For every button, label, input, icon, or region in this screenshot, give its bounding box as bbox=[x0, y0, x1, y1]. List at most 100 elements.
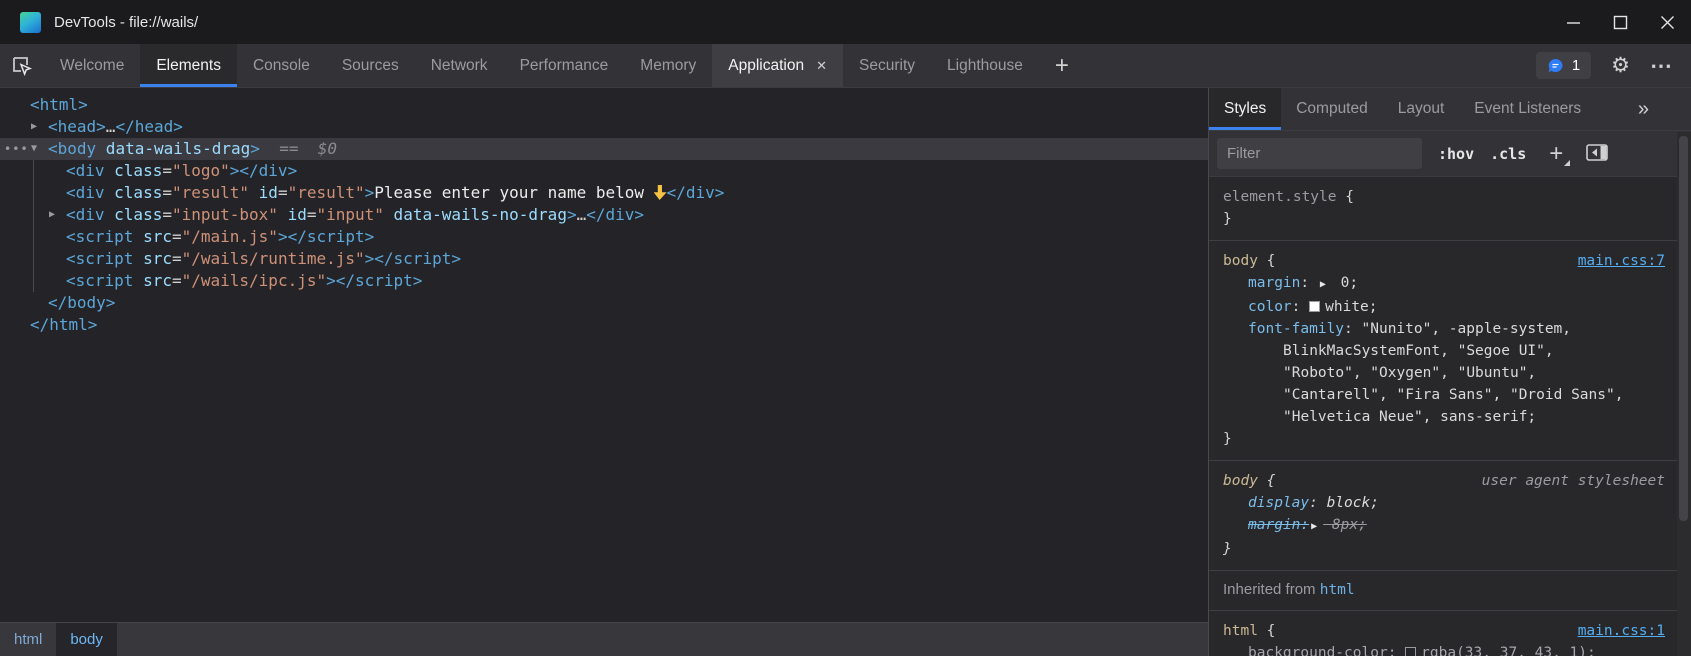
devtools-app-icon bbox=[20, 12, 41, 33]
code-line[interactable]: ▶<div class="input-box" id="input" data-… bbox=[0, 204, 1208, 226]
css-row[interactable]: margin: ▶ 0; bbox=[1209, 272, 1691, 296]
css-row[interactable]: "Roboto", "Oxygen", "Ubuntu", bbox=[1209, 362, 1691, 384]
expand-arrow-icon[interactable]: ▶ bbox=[49, 204, 55, 226]
css-row[interactable]: margin:▶ 8px; bbox=[1209, 514, 1691, 538]
css-row[interactable]: main.css:7body { bbox=[1209, 250, 1691, 272]
expand-arrow-icon[interactable]: ▶ bbox=[31, 116, 37, 138]
tab-security[interactable]: Security bbox=[843, 44, 931, 87]
css-row[interactable]: color: white; bbox=[1209, 296, 1691, 318]
panel-tabs: Welcome Elements Console SourcesNetworkPerf… bbox=[44, 44, 1039, 87]
color-swatch[interactable] bbox=[1405, 647, 1416, 656]
tab-elements[interactable]: Elements bbox=[140, 44, 237, 87]
code-token: > bbox=[567, 205, 577, 224]
css-row[interactable]: user agent stylesheetbody { bbox=[1209, 470, 1691, 492]
close-button[interactable] bbox=[1644, 0, 1691, 44]
more-tabs-button[interactable] bbox=[1638, 88, 1649, 130]
devtools-toolbar: Welcome Elements Console SourcesNetworkPerf… bbox=[0, 44, 1691, 88]
code-token: = bbox=[172, 271, 182, 290]
code-line[interactable]: <html> bbox=[0, 94, 1208, 116]
code-token: </html> bbox=[30, 315, 97, 334]
feedback-badge[interactable]: 1 bbox=[1536, 52, 1591, 79]
settings-button[interactable] bbox=[1611, 53, 1630, 78]
notification-count: 1 bbox=[1572, 57, 1580, 74]
css-row[interactable]: BlinkMacSystemFont, "Segoe UI", bbox=[1209, 340, 1691, 362]
tab-lighthouse[interactable]: Lighthouse bbox=[931, 44, 1039, 87]
more-options-button[interactable] bbox=[1650, 53, 1673, 79]
tab-styles[interactable]: Styles bbox=[1209, 88, 1281, 130]
css-row[interactable]: main.css:1html { bbox=[1209, 620, 1691, 642]
styles-filter-input[interactable] bbox=[1217, 138, 1422, 169]
code-token: ></script> bbox=[365, 249, 461, 268]
css-token: Inherited from bbox=[1223, 581, 1320, 598]
css-row[interactable]: } bbox=[1209, 538, 1691, 560]
css-token: } bbox=[1223, 211, 1232, 227]
css-token: 0; bbox=[1332, 275, 1358, 291]
tab-performance[interactable]: Performance bbox=[504, 44, 625, 87]
css-row[interactable]: element.style { bbox=[1209, 186, 1691, 208]
stylesheet-link[interactable]: main.css:1 bbox=[1578, 620, 1665, 642]
code-token: == $0 bbox=[260, 139, 337, 158]
main-split: <html>▶<head>…</head>•••▼<body data-wail… bbox=[0, 88, 1691, 656]
css-token: font-family bbox=[1248, 321, 1344, 337]
code-line[interactable]: •••▼<body data-wails-drag> == $0 bbox=[0, 138, 1208, 160]
toggle-sidebar-button[interactable] bbox=[1586, 144, 1608, 164]
code-token: class bbox=[105, 161, 163, 180]
code-line[interactable]: <div class="logo"></div> bbox=[0, 160, 1208, 182]
css-token: : bbox=[1388, 645, 1405, 656]
css-row[interactable]: "Helvetica Neue", sans-serif; bbox=[1209, 406, 1691, 428]
css-row[interactable]: "Cantarell", "Fira Sans", "Droid Sans", bbox=[1209, 384, 1691, 406]
tab-sources[interactable]: Sources bbox=[326, 44, 415, 87]
maximize-button[interactable] bbox=[1597, 0, 1644, 44]
code-line[interactable]: <script src="/main.js"></script> bbox=[0, 226, 1208, 248]
code-line[interactable]: <div class="result" id="result">Please e… bbox=[0, 182, 1208, 204]
css-row[interactable]: background-color: rgba(33, 37, 43, 1); bbox=[1209, 642, 1691, 656]
new-tab-button[interactable] bbox=[1039, 44, 1085, 87]
minimize-button[interactable] bbox=[1550, 0, 1597, 44]
css-row[interactable]: display: block; bbox=[1209, 492, 1691, 514]
code-token: "/wails/ipc.js" bbox=[182, 271, 327, 290]
styles-scrollbar[interactable] bbox=[1677, 132, 1691, 656]
tab-welcome[interactable]: Welcome bbox=[44, 44, 140, 87]
code-token: <head> bbox=[48, 117, 106, 136]
css-token: "Roboto", "Oxygen", "Ubuntu", bbox=[1283, 365, 1536, 381]
collapse-arrow-icon[interactable]: ▼ bbox=[31, 138, 37, 160]
breadcrumb-item-body[interactable]: body bbox=[56, 623, 117, 656]
tab-label: Welcome bbox=[60, 57, 124, 75]
new-style-rule-button[interactable] bbox=[1542, 140, 1570, 168]
tab-label: Console bbox=[253, 57, 310, 75]
code-line[interactable]: </body> bbox=[0, 292, 1208, 314]
css-row[interactable]: Inherited from html bbox=[1209, 579, 1691, 601]
inspect-element-button[interactable] bbox=[0, 44, 44, 87]
stylesheet-link[interactable]: main.css:7 bbox=[1578, 250, 1665, 272]
css-row[interactable]: } bbox=[1209, 208, 1691, 230]
css-token: : bbox=[1344, 321, 1361, 337]
tab-memory[interactable]: Memory bbox=[624, 44, 712, 87]
expand-arrow-icon[interactable]: ▶ bbox=[1320, 279, 1326, 290]
css-row[interactable]: } bbox=[1209, 428, 1691, 450]
tab-layout[interactable]: Layout bbox=[1383, 88, 1460, 130]
expand-arrow-icon[interactable]: ▶ bbox=[1311, 521, 1317, 532]
code-line[interactable]: <script src="/wails/runtime.js"></script… bbox=[0, 248, 1208, 270]
css-token: block; bbox=[1327, 495, 1379, 511]
code-line[interactable]: </html> bbox=[0, 314, 1208, 336]
breadcrumb-item-html[interactable]: html bbox=[0, 623, 56, 656]
tab-computed[interactable]: Computed bbox=[1281, 88, 1383, 130]
code-line[interactable]: <script src="/wails/ipc.js"></script> bbox=[0, 270, 1208, 292]
stylesheet-origin-label: user agent stylesheet bbox=[1482, 470, 1665, 492]
color-swatch[interactable] bbox=[1309, 301, 1320, 312]
tab-network[interactable]: Network bbox=[415, 44, 504, 87]
css-row[interactable]: font-family: "Nunito", -apple-system, bbox=[1209, 318, 1691, 340]
css-token: : bbox=[1309, 495, 1326, 511]
tab-label: Elements bbox=[156, 57, 221, 75]
tab-event-listeners[interactable]: Event Listeners bbox=[1459, 88, 1596, 130]
close-tab-icon[interactable] bbox=[816, 58, 827, 74]
code-token: src bbox=[133, 227, 172, 246]
node-menu-icon[interactable]: ••• bbox=[4, 138, 29, 160]
tab-label: Computed bbox=[1296, 100, 1368, 118]
element-class-button[interactable]: .cls bbox=[1490, 145, 1526, 163]
code-line[interactable]: ▶<head>…</head> bbox=[0, 116, 1208, 138]
pseudo-state-button[interactable]: :hov bbox=[1438, 145, 1474, 163]
tab-application[interactable]: Application bbox=[712, 44, 843, 87]
styles-scrollbar-thumb[interactable] bbox=[1679, 136, 1688, 521]
tab-console[interactable]: Console bbox=[237, 44, 326, 87]
